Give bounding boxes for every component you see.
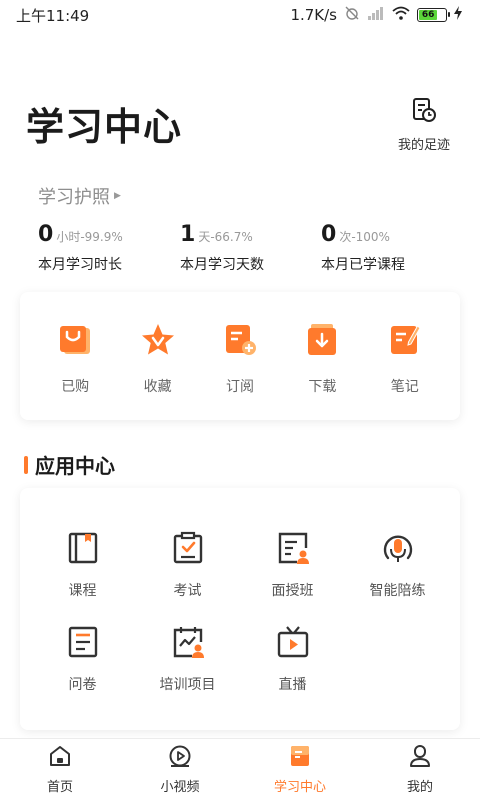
status-icons: 1.7K/s 66	[290, 5, 462, 25]
training-icon	[170, 624, 206, 664]
passport-link[interactable]: 学习护照 ▶	[38, 183, 121, 209]
subscribe-icon	[222, 322, 258, 362]
signal-icon	[367, 6, 385, 24]
quick-item-label: 笔记	[390, 379, 419, 395]
download-icon	[304, 322, 340, 362]
class-icon	[275, 530, 311, 570]
live-icon	[275, 624, 311, 664]
tab-short-video[interactable]: 小视频	[120, 739, 240, 800]
app-center-card: 课程 考试 面授班 智能陪练 问卷 培训项目 直播	[20, 488, 460, 730]
stat-value: 1	[180, 222, 196, 247]
survey-icon	[65, 624, 101, 664]
app-item-label: 智能陪练	[369, 583, 426, 599]
tab-label: 首页	[46, 780, 73, 795]
app-item-label: 考试	[173, 583, 202, 599]
status-bar: 上午11:49 1.7K/s 66	[0, 0, 480, 30]
footprint-icon	[410, 96, 438, 128]
app-item-label: 问卷	[68, 677, 97, 693]
stat-value: 0	[321, 222, 337, 247]
tab-home[interactable]: 首页	[0, 739, 120, 800]
heading-accent-bar	[24, 455, 28, 474]
stat-study-hours: 0 小时-99.9% 本月学习时长	[38, 222, 123, 274]
passport-title: 学习护照	[38, 187, 110, 208]
bottom-tab-bar: 首页 小视频 学习中心 我的	[0, 738, 480, 800]
footprint-button[interactable]: 我的足迹	[392, 96, 456, 153]
stat-label: 本月学习时长	[38, 257, 122, 273]
wifi-icon	[392, 6, 410, 24]
battery-icon: 66	[417, 8, 450, 22]
app-center-title: 应用中心	[35, 454, 115, 478]
chevron-right-icon: ▶	[114, 191, 121, 201]
quick-item-download[interactable]: 下载	[287, 322, 357, 420]
stat-label: 本月已学课程	[321, 257, 405, 273]
book-icon	[65, 530, 101, 570]
status-time: 上午11:49	[16, 6, 90, 25]
tab-label: 学习中心	[273, 780, 326, 795]
microphone-icon	[380, 530, 416, 570]
note-icon	[387, 322, 423, 362]
video-icon	[168, 744, 192, 772]
stat-unit: 天-66.7%	[198, 230, 253, 244]
app-item-live[interactable]: 直播	[240, 624, 345, 694]
quick-actions-card: 已购 收藏 订阅 下载 笔记	[20, 292, 460, 420]
stat-unit: 次-100%	[339, 230, 390, 244]
app-item-survey[interactable]: 问卷	[30, 624, 135, 694]
tab-label: 我的	[406, 780, 433, 795]
app-item-practice[interactable]: 智能陪练	[345, 530, 450, 600]
app-item-training[interactable]: 培训项目	[135, 624, 240, 694]
exam-icon	[170, 530, 206, 570]
quick-item-subscribe[interactable]: 订阅	[205, 322, 275, 420]
quick-item-label: 收藏	[143, 379, 172, 395]
app-item-label: 培训项目	[159, 677, 216, 693]
quick-item-notes[interactable]: 笔记	[370, 322, 440, 420]
quick-item-favorites[interactable]: 收藏	[123, 322, 193, 420]
stat-study-days: 1 天-66.7% 本月学习天数	[180, 222, 264, 274]
quick-item-label: 下载	[308, 379, 337, 395]
app-item-class[interactable]: 面授班	[240, 530, 345, 600]
stat-unit: 小时-99.9%	[56, 230, 123, 244]
quick-item-label: 订阅	[225, 379, 254, 395]
app-item-label: 课程	[68, 583, 97, 599]
quick-item-label: 已购	[61, 379, 90, 395]
stat-label: 本月学习天数	[180, 257, 264, 273]
app-item-course[interactable]: 课程	[30, 530, 135, 600]
profile-icon	[408, 744, 432, 772]
page-title: 学习中心	[26, 105, 183, 149]
app-item-label: 面授班	[271, 583, 314, 599]
study-icon	[288, 744, 312, 772]
footprint-label: 我的足迹	[397, 138, 450, 153]
network-speed: 1.7K/s	[290, 6, 337, 24]
star-icon	[140, 322, 176, 362]
app-item-exam[interactable]: 考试	[135, 530, 240, 600]
quick-item-purchased[interactable]: 已购	[40, 322, 110, 420]
tab-label: 小视频	[160, 780, 200, 795]
alarm-off-icon	[344, 5, 360, 25]
home-icon	[48, 744, 72, 772]
app-center-heading: 应用中心	[24, 450, 115, 479]
stat-courses: 0 次-100% 本月已学课程	[321, 222, 405, 274]
tab-study-center[interactable]: 学习中心	[240, 739, 360, 800]
battery-level: 66	[419, 10, 438, 20]
bag-icon	[57, 322, 93, 362]
tab-profile[interactable]: 我的	[360, 739, 480, 800]
stat-value: 0	[38, 222, 54, 247]
charging-icon	[454, 6, 462, 24]
app-item-label: 直播	[278, 677, 307, 693]
